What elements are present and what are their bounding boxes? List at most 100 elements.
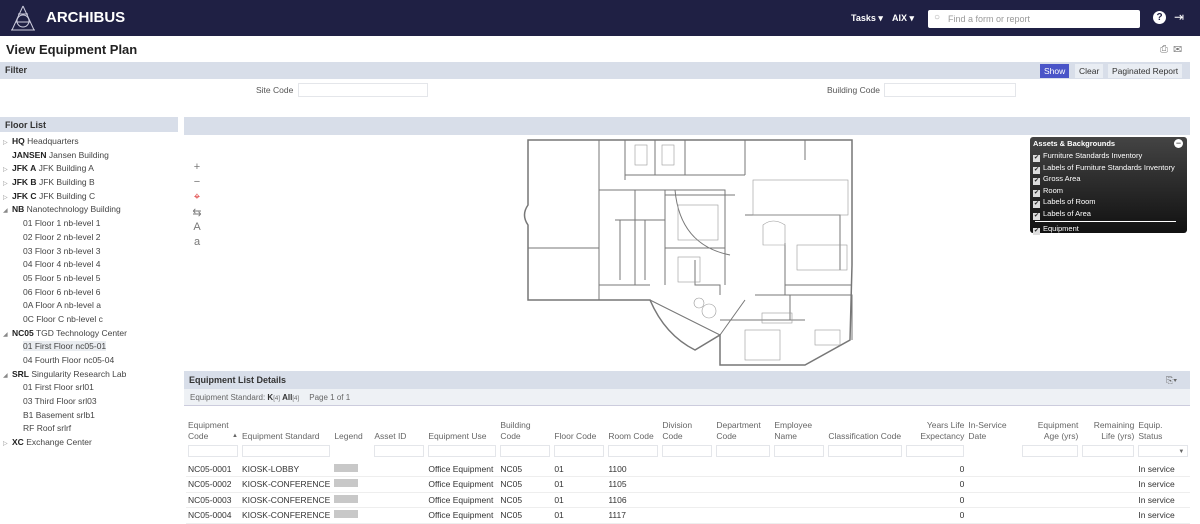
- column-filter-input[interactable]: [608, 445, 659, 457]
- layer-label: Room: [1043, 185, 1064, 195]
- table-row[interactable]: NC05-0003 KIOSK-CONFERENCE Office Equipmen…: [186, 492, 1190, 508]
- column-filter-input[interactable]: [828, 445, 903, 457]
- tree-building-nb[interactable]: ◢ NB Nanotechnology Building: [3, 203, 178, 217]
- column-header[interactable]: Equipment Use: [426, 407, 498, 461]
- column-header[interactable]: Division Code: [660, 407, 714, 461]
- zoom-out-icon[interactable]: −: [191, 176, 203, 188]
- tree-floor-item[interactable]: 05 Floor 5 nb-level 5: [3, 272, 178, 286]
- layer-equipment[interactable]: ✔ Equipment: [1033, 223, 1184, 235]
- column-header[interactable]: In-Service Date: [966, 407, 1020, 461]
- tree-floor-item[interactable]: 04 Floor 4 nb-level 4: [3, 258, 178, 272]
- logout-icon[interactable]: ⇥: [1174, 10, 1184, 24]
- tree-floor-item[interactable]: 01 First Floor nc05-01: [3, 340, 178, 354]
- column-filter-input[interactable]: [1082, 445, 1135, 457]
- layer-item[interactable]: ✔ Labels of Area: [1033, 208, 1184, 220]
- tree-building-jfk-c[interactable]: ▷ JFK C JFK Building C: [3, 190, 178, 204]
- email-icon[interactable]: ✉: [1173, 43, 1182, 56]
- tree-floor-item[interactable]: B1 Basement srlb1: [3, 409, 178, 423]
- column-filter-input[interactable]: [906, 445, 965, 457]
- column-header[interactable]: Remaining Life (yrs): [1080, 407, 1136, 461]
- building-code-input[interactable]: [884, 83, 1016, 97]
- checkbox-icon[interactable]: ✔: [1033, 212, 1040, 220]
- column-header[interactable]: Room Code: [606, 407, 660, 461]
- column-header[interactable]: Equipment Code ▲: [186, 407, 240, 461]
- checkbox-icon[interactable]: ✔: [1033, 155, 1040, 162]
- floor-plan-drawing[interactable]: [515, 135, 860, 370]
- tree-floor-item[interactable]: 06 Floor 6 nb-level 6: [3, 286, 178, 300]
- column-header[interactable]: Asset ID: [372, 407, 426, 461]
- tree-floor-item[interactable]: 04 Fourth Floor nc05-04: [3, 354, 178, 368]
- column-filter-input[interactable]: [428, 445, 497, 457]
- checkbox-icon[interactable]: ✔: [1033, 178, 1040, 185]
- column-filter-input[interactable]: [374, 445, 425, 457]
- locate-icon[interactable]: ⌖: [191, 191, 203, 204]
- column-header[interactable]: Employee Name: [772, 407, 826, 461]
- checkbox-icon[interactable]: ✔: [1033, 228, 1040, 235]
- expand-toggle-icon[interactable]: ◢: [3, 370, 12, 384]
- layer-item[interactable]: ✔ Room: [1033, 185, 1184, 197]
- user-menu[interactable]: AIX ▾: [892, 13, 914, 24]
- tree-building-jfk-a[interactable]: ▷ JFK A JFK Building A: [3, 162, 178, 176]
- tree-floor-item[interactable]: RF Roof srlrf: [3, 422, 178, 436]
- column-filter-input[interactable]: [500, 445, 551, 457]
- export-menu-icon[interactable]: ⎘▾: [1166, 375, 1177, 386]
- column-header[interactable]: Floor Code: [552, 407, 606, 461]
- column-filter-input[interactable]: [1022, 445, 1079, 457]
- tree-floor-item[interactable]: 03 Floor 3 nb-level 3: [3, 245, 178, 259]
- column-filter-input[interactable]: [188, 445, 238, 457]
- column-filter-input[interactable]: ▼: [1138, 445, 1189, 457]
- column-header[interactable]: Equipment Standard: [240, 407, 332, 461]
- tree-floor-item[interactable]: 02 Floor 2 nb-level 2: [3, 231, 178, 245]
- increase-label-size-icon[interactable]: A: [191, 221, 203, 233]
- column-filter-input[interactable]: [554, 445, 605, 457]
- table-cell: Office Equipment: [426, 461, 499, 477]
- table-row[interactable]: NC05-0002 KIOSK-CONFERENCE Office Equipmen…: [186, 476, 1190, 493]
- collapse-legend-icon[interactable]: −: [1174, 139, 1183, 148]
- expand-toggle-icon[interactable]: ▷: [3, 438, 12, 452]
- column-filter-input[interactable]: [774, 445, 825, 457]
- tree-floor-item[interactable]: 03 Third Floor srl03: [3, 395, 178, 409]
- column-header[interactable]: Years Life Expectancy: [904, 407, 966, 461]
- tree-building-xc[interactable]: ▷ XC Exchange Center: [3, 436, 178, 450]
- print-icon[interactable]: ⎙: [1160, 44, 1168, 55]
- column-header[interactable]: Classification Code: [826, 407, 904, 461]
- tree-building-nc05[interactable]: ◢ NC05 TGD Technology Center: [3, 327, 178, 341]
- standard-all-link[interactable]: All: [282, 393, 292, 402]
- tasks-menu[interactable]: Tasks ▾: [851, 13, 883, 24]
- tree-building-hq[interactable]: ▷ HQ Headquarters: [3, 135, 178, 149]
- layer-item[interactable]: ✔ Furniture Standards Inventory: [1033, 150, 1184, 162]
- clear-button[interactable]: Clear: [1075, 64, 1104, 78]
- column-filter-input[interactable]: [242, 445, 331, 457]
- column-header[interactable]: Equipment Age (yrs): [1020, 407, 1080, 461]
- page-title: View Equipment Plan: [6, 42, 138, 57]
- layer-item[interactable]: ✔ Gross Area: [1033, 173, 1184, 185]
- show-button[interactable]: Show: [1040, 64, 1070, 78]
- tree-floor-item[interactable]: 01 Floor 1 nb-level 1: [3, 217, 178, 231]
- paginated-report-button[interactable]: Paginated Report: [1108, 64, 1183, 78]
- column-header[interactable]: Building Code: [498, 407, 552, 461]
- help-icon[interactable]: ?: [1153, 11, 1166, 24]
- layer-item[interactable]: ✔ Labels of Room: [1033, 196, 1184, 208]
- column-header[interactable]: Equip. Status ▼: [1136, 407, 1190, 461]
- tree-floor-item[interactable]: 0A Floor A nb-level a: [3, 299, 178, 313]
- checkbox-icon[interactable]: ✔: [1033, 201, 1040, 208]
- tree-floor-item[interactable]: 01 First Floor srl01: [3, 381, 178, 395]
- tree-building-jfk-b[interactable]: ▷ JFK B JFK Building B: [3, 176, 178, 190]
- sort-asc-icon[interactable]: ▲: [232, 431, 238, 442]
- layer-item[interactable]: ✔ Labels of Furniture Standards Inventory: [1033, 162, 1184, 174]
- swap-icon[interactable]: ⇆: [191, 206, 203, 219]
- column-header[interactable]: Legend: [332, 407, 372, 461]
- expand-toggle-icon[interactable]: ◢: [3, 329, 12, 343]
- zoom-in-icon[interactable]: +: [191, 161, 203, 173]
- tree-building-srl[interactable]: ◢ SRL Singularity Research Lab: [3, 368, 178, 382]
- tree-floor-item[interactable]: 0C Floor C nb-level c: [3, 313, 178, 327]
- site-code-input[interactable]: [298, 83, 428, 97]
- column-filter-input[interactable]: [716, 445, 771, 457]
- column-header[interactable]: Department Code: [714, 407, 772, 461]
- table-row[interactable]: NC05-0001 KIOSK-LOBBY Office Equipment NC05…: [186, 461, 1190, 477]
- tree-building-jansen[interactable]: JANSEN Jansen Building: [3, 149, 178, 163]
- decrease-label-size-icon[interactable]: a: [191, 236, 203, 248]
- search-input[interactable]: ○ Find a form or report: [928, 10, 1140, 28]
- column-filter-input[interactable]: [662, 445, 713, 457]
- expand-toggle-icon[interactable]: ◢: [3, 205, 12, 219]
